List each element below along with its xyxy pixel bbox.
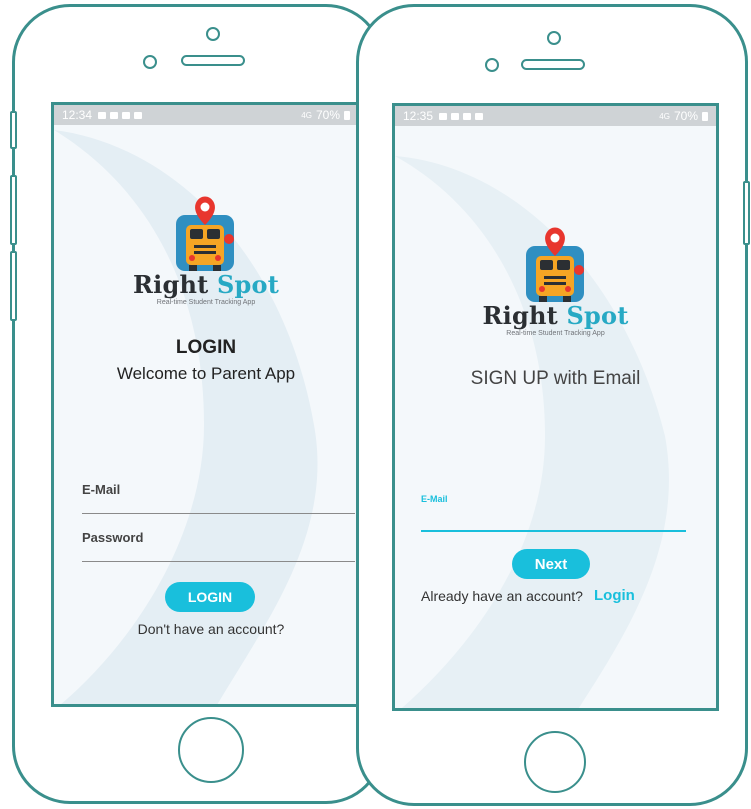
- notification-icons: [439, 112, 484, 120]
- volume-down-button: [10, 251, 17, 321]
- page-title: LOGIN: [175, 337, 237, 358]
- proximity-sensor-icon: [485, 58, 499, 72]
- screen-signup: 12:35 4G 70% Right Spot Real-time Studen…: [392, 103, 719, 711]
- home-button[interactable]: [524, 731, 586, 793]
- side-button: [743, 181, 750, 245]
- login-link[interactable]: Login: [594, 587, 635, 604]
- next-button[interactable]: Next: [512, 549, 590, 579]
- login-prompt: Already have an account?: [421, 588, 583, 604]
- email-field[interactable]: [421, 530, 686, 532]
- signal-indicator: 4G: [301, 110, 312, 120]
- speaker-grille: [181, 55, 245, 66]
- logo-wordmark: Right Spot: [482, 301, 629, 330]
- email-field-label: E-Mail: [82, 482, 121, 497]
- page-subtitle: Welcome to Parent App: [116, 364, 296, 383]
- screen-login: 12:34 4G 70% Right Spot Real-time Studen…: [51, 102, 361, 707]
- status-bar: 12:35 4G 70%: [395, 106, 716, 126]
- status-bar: 12:34 4G 70%: [54, 105, 358, 125]
- battery-percent: 70%: [315, 108, 340, 122]
- page-title: SIGN UP with Email: [470, 368, 641, 389]
- battery-icon: [344, 110, 350, 120]
- phone-frame-left: 12:34 4G 70% Right Spot Real-time Studen…: [10, 4, 384, 804]
- logo-wordmark: Right Spot: [133, 270, 279, 299]
- battery-percent: 70%: [673, 109, 698, 123]
- camera-icon: [206, 27, 220, 41]
- background-shape: [395, 156, 669, 708]
- logo-tagline: Real-time Student Tracking App: [156, 299, 256, 306]
- school-bus-location-icon: [525, 227, 584, 302]
- home-button[interactable]: [178, 717, 244, 783]
- side-button: [10, 111, 17, 149]
- signal-indicator: 4G: [659, 111, 670, 121]
- proximity-sensor-icon: [143, 55, 157, 69]
- battery-icon: [702, 111, 708, 121]
- signup-prompt-link[interactable]: Don't have an account?: [54, 621, 358, 637]
- password-field[interactable]: [82, 561, 355, 562]
- login-button[interactable]: LOGIN: [165, 582, 255, 612]
- camera-icon: [547, 31, 561, 45]
- volume-up-button: [10, 175, 17, 245]
- status-time: 12:34: [62, 108, 93, 122]
- phone-frame-right: 12:35 4G 70% Right Spot Real-time Studen…: [356, 4, 750, 806]
- app-logo: Right Spot Real-time Student Tracking Ap…: [395, 226, 716, 337]
- app-logo: Right Spot Real-time Student Tracking Ap…: [54, 195, 358, 306]
- logo-tagline: Real-time Student Tracking App: [506, 330, 605, 337]
- status-time: 12:35: [403, 109, 434, 123]
- email-field-label: E-Mail: [421, 494, 448, 504]
- school-bus-location-icon: [176, 196, 234, 271]
- email-field[interactable]: [82, 513, 355, 514]
- password-field-label: Password: [82, 530, 144, 545]
- speaker-grille: [521, 59, 585, 70]
- notification-icons: [98, 111, 143, 119]
